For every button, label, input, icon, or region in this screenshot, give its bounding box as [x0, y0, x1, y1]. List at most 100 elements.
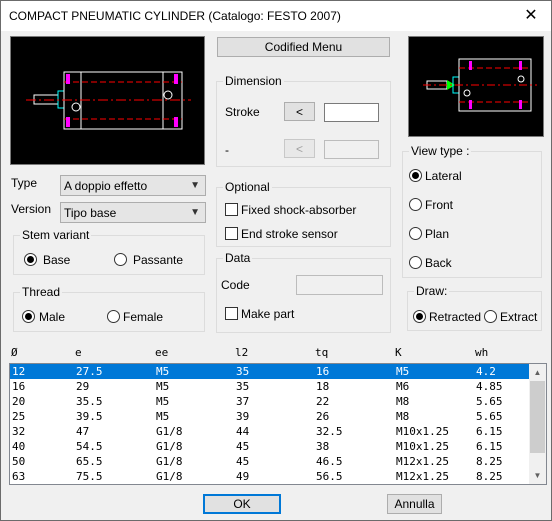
draw-legend: Draw: — [414, 284, 450, 298]
column-header[interactable]: K — [395, 346, 402, 359]
table-cell: M8 — [396, 410, 410, 423]
table-cell: 47 — [76, 425, 90, 438]
table-row[interactable]: 32 47 G1/8 44 32.5 M10x1.25 6.15 — [10, 424, 530, 439]
column-header[interactable]: Ø — [11, 346, 18, 359]
table-cell: M10x1.25 — [396, 440, 449, 453]
view-back-radio[interactable] — [409, 256, 422, 269]
table-cell: 4.85 — [476, 380, 503, 393]
table-row[interactable]: 12 27.5 M5 35 16 M5 4.2 — [10, 364, 530, 379]
table-row[interactable]: 20 35.5 M5 37 22 M8 5.65 — [10, 394, 530, 409]
column-header[interactable]: e — [75, 346, 82, 359]
table-cell: M12x1.25 — [396, 470, 449, 483]
cancel-button[interactable]: Annulla — [387, 494, 442, 514]
table-cell: 8.25 — [476, 455, 503, 468]
table-row[interactable]: 16 29 M5 35 18 M6 4.85 — [10, 379, 530, 394]
table-cell: 12 — [12, 365, 26, 378]
table-cell: 20 — [12, 395, 26, 408]
drawing-preview-right — [408, 36, 544, 137]
thread-female-label: Female — [123, 310, 164, 324]
table-cell: 6.15 — [476, 425, 503, 438]
table-cell: 35 — [236, 365, 250, 378]
table-cell: 38 — [316, 440, 330, 453]
column-header[interactable]: tq — [315, 346, 328, 359]
table-cell: 65.5 — [76, 455, 103, 468]
dash-input[interactable] — [324, 140, 379, 159]
dimension-table[interactable]: 12 27.5 M5 35 16 M5 4.2 16 29 M5 35 18 M… — [9, 363, 547, 485]
table-cell: 6.15 — [476, 440, 503, 453]
table-cell: 16 — [12, 380, 26, 393]
stroke-input[interactable] — [324, 103, 379, 122]
column-header[interactable]: l2 — [235, 346, 248, 359]
draw-retracted-radio[interactable] — [413, 310, 426, 323]
make-part-checkbox[interactable] — [225, 307, 238, 320]
window-title: COMPACT PNEUMATIC CYLINDER (Catalogo: FE… — [9, 9, 341, 23]
table-cell: 75.5 — [76, 470, 103, 483]
view-type-group: View type : — [402, 144, 542, 278]
type-select-value: A doppio effetto — [64, 179, 148, 193]
column-header[interactable]: ee — [155, 346, 168, 359]
table-cell: 39 — [236, 410, 250, 423]
table-cell: 50 — [12, 455, 26, 468]
table-cell: 35.5 — [76, 395, 103, 408]
fixed-shock-label: Fixed shock-absorber — [241, 203, 357, 217]
view-plan-radio[interactable] — [409, 227, 422, 240]
end-stroke-checkbox[interactable] — [225, 227, 238, 240]
table-cell: M10x1.25 — [396, 425, 449, 438]
table-cell: M5 — [156, 365, 170, 378]
view-plan-label: Plan — [425, 227, 450, 241]
fixed-shock-checkbox[interactable] — [225, 203, 238, 216]
draw-extract-label: Extract — [500, 310, 538, 324]
table-row[interactable]: 63 75.5 G1/8 49 56.5 M12x1.25 8.25 — [10, 469, 530, 484]
view-front-radio[interactable] — [409, 198, 422, 211]
code-label: Code — [221, 278, 250, 292]
ok-button[interactable]: OK — [203, 494, 281, 514]
table-header: Ø e ee l2 tq K wh — [11, 346, 551, 362]
table-cell: 25 — [12, 410, 26, 423]
title-bar: COMPACT PNEUMATIC CYLINDER (Catalogo: FE… — [1, 1, 551, 31]
table-cell: 46.5 — [316, 455, 343, 468]
table-scrollbar[interactable]: ▲ ▼ — [529, 364, 546, 484]
code-input[interactable] — [296, 275, 383, 295]
view-front-label: Front — [425, 198, 454, 212]
stem-base-radio[interactable] — [24, 253, 37, 266]
scroll-up-icon[interactable]: ▲ — [529, 364, 546, 381]
view-lateral-radio[interactable] — [409, 169, 422, 182]
table-cell: 54.5 — [76, 440, 103, 453]
stem-passante-label: Passante — [133, 253, 184, 267]
table-cell: 18 — [316, 380, 330, 393]
table-cell: 44 — [236, 425, 250, 438]
codified-menu-button[interactable]: Codified Menu — [217, 37, 390, 57]
scrollbar-thumb[interactable] — [530, 381, 545, 453]
stroke-label: Stroke — [225, 105, 260, 119]
draw-extract-radio[interactable] — [484, 310, 497, 323]
table-row[interactable]: 50 65.5 G1/8 45 46.5 M12x1.25 8.25 — [10, 454, 530, 469]
data-legend: Data — [223, 251, 253, 265]
thread-male-radio[interactable] — [22, 310, 35, 323]
cylinder-view-drawing — [423, 58, 537, 112]
table-cell: 5.65 — [476, 410, 503, 423]
version-select[interactable]: Tipo base ▼ — [60, 202, 206, 223]
scroll-down-icon[interactable]: ▼ — [529, 467, 546, 484]
type-select[interactable]: A doppio effetto ▼ — [60, 175, 206, 196]
table-cell: 16 — [316, 365, 330, 378]
table-cell: 56.5 — [316, 470, 343, 483]
dash-prev-button[interactable]: < — [284, 139, 315, 158]
table-cell: 29 — [76, 380, 90, 393]
thread-female-radio[interactable] — [107, 310, 120, 323]
stem-passante-radio[interactable] — [114, 253, 127, 266]
chevron-down-icon: ▼ — [190, 207, 200, 218]
close-icon[interactable]: ✕ — [519, 5, 543, 27]
table-row[interactable]: 25 39.5 M5 39 26 M8 5.65 — [10, 409, 530, 424]
table-cell: M6 — [396, 380, 410, 393]
table-cell: G1/8 — [156, 455, 183, 468]
stem-variant-legend: Stem variant — [20, 228, 92, 242]
draw-retracted-label: Retracted — [429, 310, 482, 324]
thread-male-label: Male — [39, 310, 66, 324]
table-row[interactable]: 40 54.5 G1/8 45 38 M10x1.25 6.15 — [10, 439, 530, 454]
table-cell: M5 — [156, 380, 170, 393]
column-header[interactable]: wh — [475, 346, 488, 359]
stroke-prev-button[interactable]: < — [284, 102, 315, 121]
table-cell: M5 — [396, 365, 410, 378]
table-cell: G1/8 — [156, 425, 183, 438]
table-cell: M12x1.25 — [396, 455, 449, 468]
